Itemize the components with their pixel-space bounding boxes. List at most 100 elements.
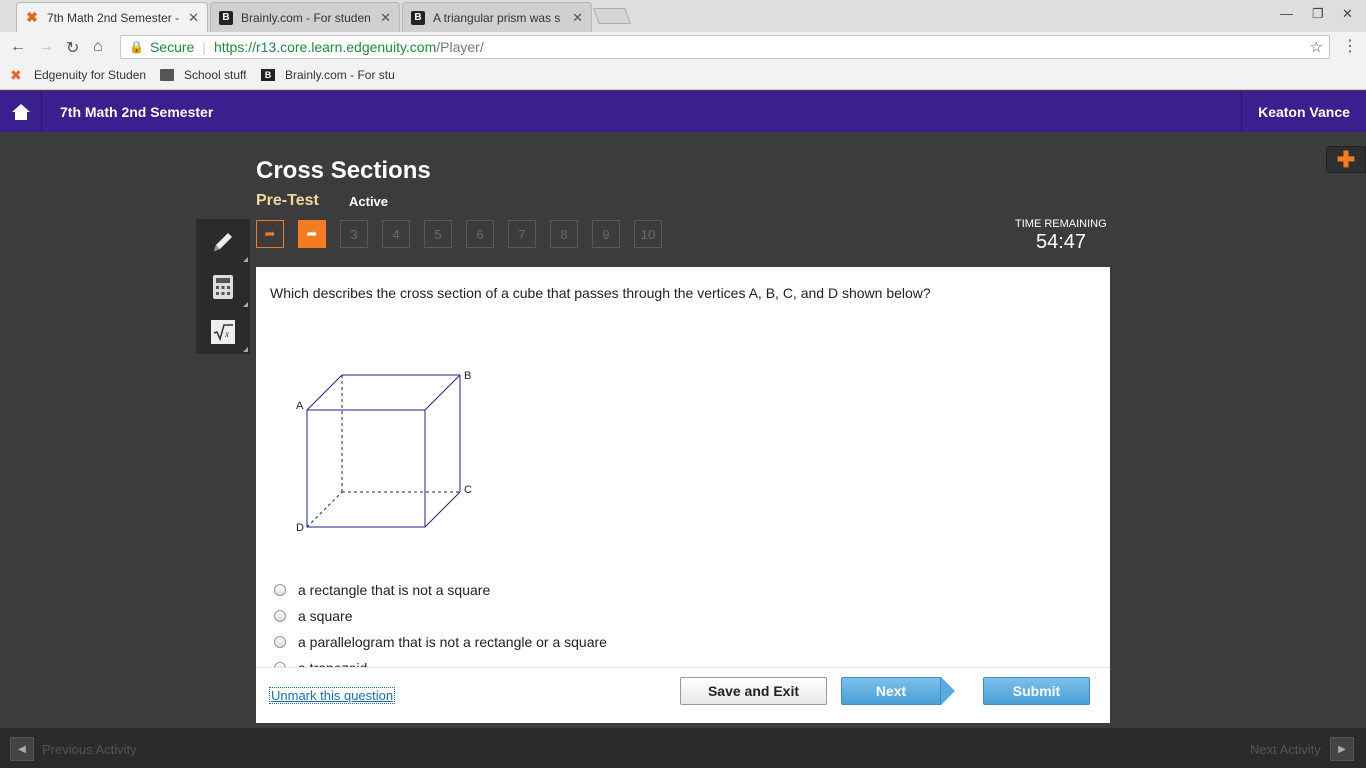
vertex-label-b: B	[464, 370, 471, 382]
tab-edgenuity[interactable]: ✖ 7th Math 2nd Semester - ✕	[16, 2, 208, 32]
previous-activity-button[interactable]: ◀	[10, 737, 34, 761]
forward-icon[interactable]: →	[38, 38, 54, 56]
question-text: Which describes the cross section of a c…	[270, 285, 931, 301]
tool-corner	[243, 347, 248, 352]
reply-arrow-icon: ➦	[264, 226, 276, 241]
choice-label: a rectangle that is not a square	[298, 582, 491, 598]
window-close-icon[interactable]: ✕	[1342, 6, 1353, 22]
next-activity-button[interactable]: ▶	[1330, 737, 1354, 761]
question-7-button[interactable]: 7	[508, 220, 536, 248]
activity-status: Active	[349, 194, 389, 209]
browser-menu-icon[interactable]: ⋮	[1342, 36, 1358, 56]
lesson-title: Cross Sections	[256, 157, 431, 184]
folder-icon	[160, 69, 174, 81]
radio-button[interactable]	[274, 636, 286, 648]
browser-toolbar: ← → ↻ ⌂ 🔒 Secure | https://r13.core.lear…	[0, 32, 1366, 62]
answer-choice-1[interactable]: a rectangle that is not a square	[274, 582, 490, 598]
house-icon	[11, 103, 30, 120]
timer-value: 54:47	[1036, 231, 1087, 253]
close-icon[interactable]: ✕	[380, 10, 391, 26]
bookmark-star-icon[interactable]: ☆	[1310, 38, 1323, 56]
close-icon[interactable]: ✕	[188, 10, 199, 26]
radio-button[interactable]	[274, 610, 286, 622]
reload-icon[interactable]: ↻	[66, 38, 79, 58]
next-arrow-shape[interactable]	[941, 677, 955, 705]
formula-tool[interactable]: x	[196, 309, 250, 354]
next-activity-label[interactable]: Next Activity	[1250, 742, 1321, 757]
question-10-button[interactable]: 10	[634, 220, 662, 248]
edgenuity-icon: ✖	[10, 68, 22, 82]
tool-corner	[243, 302, 248, 307]
tab-brainly[interactable]: B Brainly.com - For studen ✕	[210, 2, 400, 32]
brainly-icon: B	[411, 10, 425, 25]
back-icon[interactable]: ←	[10, 38, 26, 56]
separator: |	[202, 39, 206, 55]
home-button[interactable]	[0, 91, 42, 132]
bookmark-label: Edgenuity for Studen	[34, 68, 147, 82]
url-host: https://r13.core.learn.edgenuity.com	[213, 39, 437, 55]
edgenuity-icon: ✖	[26, 9, 38, 25]
bookmark-brainly[interactable]: B Brainly.com - For stu	[261, 68, 401, 82]
plus-button[interactable]: ✚	[1326, 146, 1366, 173]
chevron-right-icon: ▶	[1338, 743, 1346, 755]
user-name-button[interactable]: Keaton Vance	[1241, 91, 1366, 132]
address-bar[interactable]: 🔒 Secure | https://r13.core.learn.edgenu…	[120, 35, 1330, 59]
close-icon[interactable]: ✕	[572, 10, 583, 26]
tab-title: Brainly.com - For studen	[241, 10, 371, 25]
vertex-label-c: C	[464, 484, 472, 496]
svg-text:x: x	[224, 329, 229, 339]
course-title: 7th Math 2nd Semester	[60, 104, 214, 120]
question-5-button[interactable]: 5	[424, 220, 452, 248]
answer-choice-3[interactable]: a parallelogram that is not a rectangle …	[274, 634, 607, 650]
tab-title: 7th Math 2nd Semester -	[47, 10, 180, 25]
activity-nav-bar: ◀ Previous Activity Next Activity ▶	[0, 728, 1366, 768]
security-label: Secure	[149, 39, 195, 55]
bookmark-label: Brainly.com - For stu	[285, 68, 395, 82]
tab-brainly-question[interactable]: B A triangular prism was s ✕	[402, 2, 592, 32]
pencil-tool[interactable]	[196, 219, 250, 264]
new-tab-button[interactable]	[593, 8, 631, 24]
plus-icon: ✚	[1336, 146, 1356, 172]
timer-label: TIME REMAINING	[1015, 218, 1107, 230]
previous-activity-label[interactable]: Previous Activity	[42, 742, 137, 757]
question-1-button[interactable]: ➦	[256, 220, 284, 248]
app-header: 7th Math 2nd Semester Keaton Vance	[0, 91, 1366, 132]
question-9-button[interactable]: 9	[592, 220, 620, 248]
url-path: /Player/	[436, 39, 484, 55]
home-icon[interactable]: ⌂	[93, 38, 103, 56]
bookmark-school-stuff[interactable]: School stuff	[160, 68, 246, 82]
brainly-icon: B	[219, 10, 233, 25]
activity-type: Pre-Test	[256, 192, 319, 209]
brainly-icon: B	[261, 69, 275, 81]
lock-icon: 🔒	[129, 40, 144, 54]
question-2-button[interactable]: ➦	[298, 220, 326, 248]
tools-panel: x	[196, 219, 250, 354]
question-4-button[interactable]: 4	[382, 220, 410, 248]
vertex-label-d: D	[296, 522, 304, 534]
question-6-button[interactable]: 6	[466, 220, 494, 248]
bookmark-label: School stuff	[184, 68, 247, 82]
chevron-left-icon: ◀	[18, 743, 26, 755]
vertex-label-a: A	[296, 400, 304, 412]
bookmark-edgenuity[interactable]: ✖ Edgenuity for Studen	[10, 68, 150, 82]
cube-figure: A B C D	[296, 370, 472, 534]
calculator-icon	[213, 274, 233, 299]
restore-icon[interactable]: ❐	[1312, 6, 1324, 22]
question-8-button[interactable]: 8	[550, 220, 578, 248]
radio-button[interactable]	[274, 584, 286, 596]
square-root-icon: x	[211, 319, 235, 344]
next-button[interactable]: Next	[841, 677, 941, 705]
pencil-icon	[214, 232, 232, 251]
choice-label: a square	[298, 608, 353, 624]
question-footer: Unmark this question Save and Exit Next …	[256, 667, 1110, 723]
submit-button[interactable]: Submit	[983, 677, 1090, 705]
calculator-tool[interactable]	[196, 264, 250, 309]
unmark-question-link[interactable]: Unmark this question	[269, 687, 396, 704]
save-and-exit-button[interactable]: Save and Exit	[680, 677, 827, 705]
tab-title: A triangular prism was s	[433, 10, 561, 25]
question-3-button[interactable]: 3	[340, 220, 368, 248]
question-panel: Which describes the cross section of a c…	[256, 267, 1110, 723]
minimize-icon[interactable]: —	[1280, 6, 1293, 21]
answer-choice-2[interactable]: a square	[274, 608, 352, 624]
tool-corner	[243, 257, 248, 262]
